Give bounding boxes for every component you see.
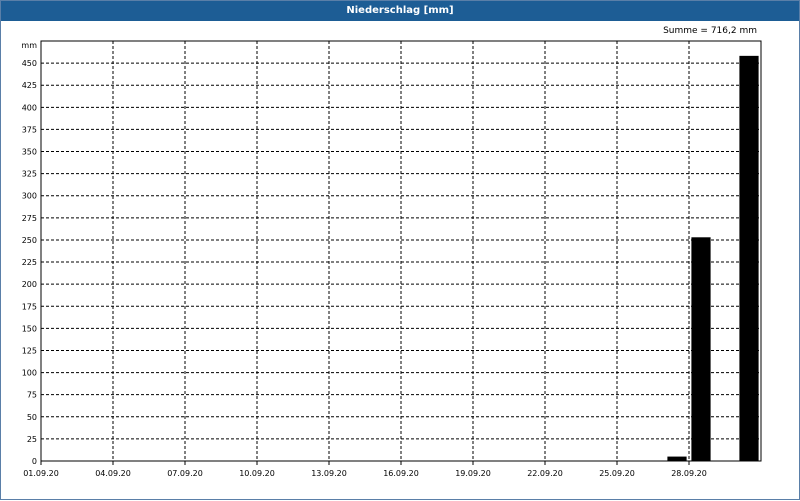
x-tick-label: 19.09.20 — [455, 469, 491, 478]
x-tick-label: 16.09.20 — [383, 469, 419, 478]
chart-window: Niederschlag [mm] Summe = 716,2 mm 0 25 50… — [0, 0, 800, 500]
bar — [691, 237, 711, 461]
y-tick-label: 425 — [22, 81, 37, 90]
y-tick-label: 325 — [22, 170, 37, 179]
y-tick-label: 175 — [22, 302, 37, 311]
y-tick-label: 50 — [27, 413, 37, 422]
x-tick-label: 28.09.20 — [671, 469, 707, 478]
y-tick-label: 350 — [22, 148, 37, 157]
y-axis-unit: mm — [21, 41, 37, 50]
y-tick-label: 75 — [27, 391, 37, 400]
y-tick-label: 225 — [22, 258, 37, 267]
x-tick-label: 10.09.20 — [239, 469, 275, 478]
y-tick-label: 400 — [22, 103, 37, 112]
y-tick-label: 150 — [22, 324, 37, 333]
y-tick-label: 300 — [22, 192, 37, 201]
x-tick-label: 22.09.20 — [527, 469, 563, 478]
x-tick-label: 04.09.20 — [95, 469, 131, 478]
y-tick-label: 375 — [22, 125, 37, 134]
y-tick-label: 200 — [22, 280, 37, 289]
x-tick-label: 01.09.20 — [23, 469, 59, 478]
x-tick-label: 13.09.20 — [311, 469, 347, 478]
chart-plot: 0 25 50 75 100 125 150 175 200 225 250 275 300 325 350… — [21, 40, 762, 478]
x-tick-label: 25.09.20 — [599, 469, 635, 478]
y-tick-label: 125 — [22, 346, 37, 355]
y-tick-label: 25 — [27, 435, 37, 444]
y-tick-label: 100 — [22, 369, 37, 378]
bar — [667, 456, 687, 461]
y-tick-label: 250 — [22, 236, 37, 245]
y-tick-label: 0 — [32, 457, 37, 466]
y-tick-label: 275 — [22, 214, 37, 223]
x-tick-label: 07.09.20 — [167, 469, 203, 478]
y-tick-label: 450 — [22, 59, 37, 68]
bar — [739, 55, 759, 461]
